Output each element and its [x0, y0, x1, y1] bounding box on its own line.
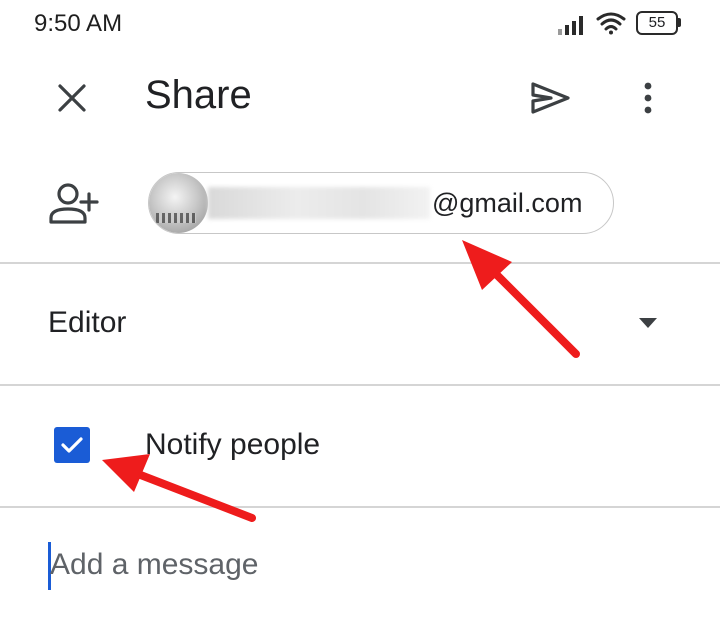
battery-icon: 55 — [636, 11, 682, 35]
notify-people-label[interactable]: Notify people — [145, 428, 320, 462]
redacted-email-prefix — [208, 187, 430, 219]
page-title: Share — [145, 73, 252, 117]
divider — [0, 506, 720, 508]
wifi-icon — [596, 12, 626, 35]
close-button[interactable] — [48, 74, 96, 122]
more-vert-icon — [644, 82, 652, 114]
annotation-arrow — [462, 240, 580, 358]
close-icon — [58, 84, 86, 112]
add-people-button[interactable] — [48, 182, 100, 228]
send-icon — [531, 82, 570, 114]
recipient-chip[interactable]: @gmail.com — [148, 172, 614, 234]
recipient-email: @gmail.com — [432, 187, 583, 218]
send-button[interactable] — [524, 74, 576, 122]
signal-icon — [558, 16, 583, 35]
role-dropdown-value[interactable]: Editor — [48, 306, 126, 340]
more-options-button[interactable] — [628, 74, 668, 122]
annotation-arrow — [102, 454, 256, 522]
checkmark-icon — [61, 437, 83, 453]
notify-people-checkbox[interactable] — [54, 427, 90, 463]
divider — [0, 262, 720, 264]
status-time: 9:50 AM — [34, 10, 123, 37]
message-input[interactable]: Add a message — [44, 540, 684, 596]
add-person-icon — [49, 183, 99, 224]
dropdown-caret-icon[interactable] — [630, 309, 666, 337]
battery-level: 55 — [636, 11, 678, 35]
divider — [0, 384, 720, 386]
message-placeholder: Add a message — [50, 548, 259, 581]
recipient-avatar — [149, 173, 208, 233]
